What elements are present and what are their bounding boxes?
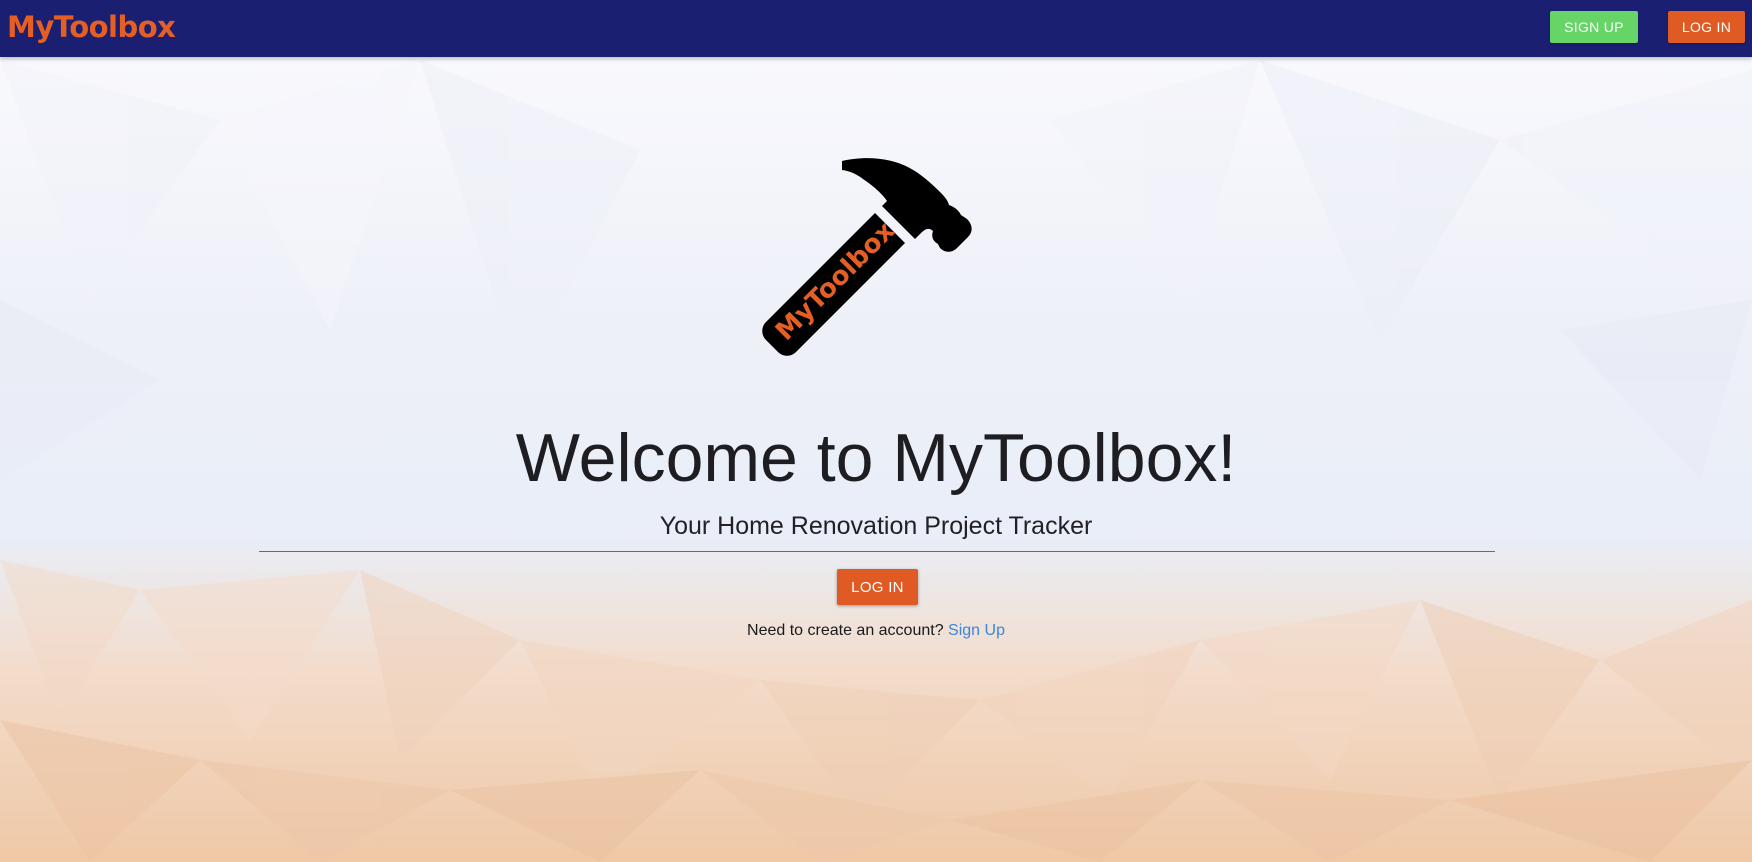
login-button[interactable]: LOG IN (837, 569, 918, 605)
hammer-logo: MyToolbox (755, 135, 1000, 360)
divider (259, 551, 1495, 552)
nav-login-button[interactable]: LOG IN (1668, 11, 1745, 43)
signup-prompt-text: Need to create an account? (747, 622, 944, 639)
signup-prompt: Need to create an account? Sign Up (0, 620, 1752, 642)
hammer-handle-text: MyToolbox (770, 216, 901, 347)
hero-section: MyToolbox Welcome to MyToolbox! Your Hom… (0, 57, 1752, 862)
top-navbar: MyToolbox SIGN UP LOG IN (0, 0, 1752, 57)
hammer-icon: MyToolbox (762, 158, 972, 356)
page-subtitle: Your Home Renovation Project Tracker (659, 512, 1093, 540)
brand-logo[interactable]: MyToolbox (7, 7, 176, 47)
signup-link[interactable]: Sign Up (948, 622, 1005, 639)
nav-signup-button[interactable]: SIGN UP (1550, 11, 1638, 43)
page-title: Welcome to MyToolbox! (515, 420, 1237, 496)
